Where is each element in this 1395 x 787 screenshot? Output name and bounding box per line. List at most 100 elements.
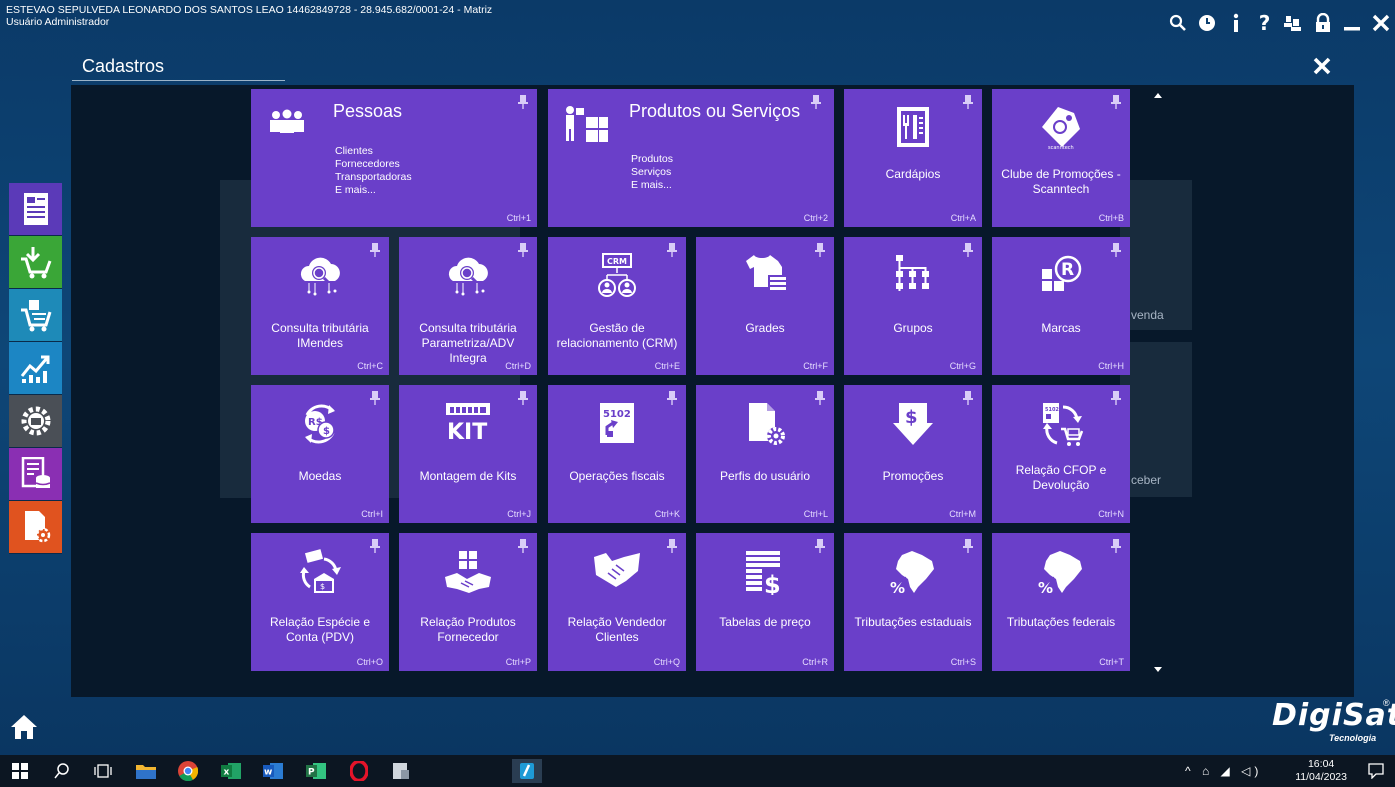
tile-label: Tabelas de preço: [719, 615, 811, 629]
pin-icon[interactable]: [369, 243, 381, 257]
title-bar: ESTEVAO SEPULVEDA LEONARDO DOS SANTOS LE…: [0, 0, 1395, 48]
help-icon[interactable]: ?: [1250, 10, 1279, 36]
tile-moedas[interactable]: R$ $ Moedas Ctrl+I: [251, 385, 389, 523]
pin-icon[interactable]: [814, 391, 826, 405]
tile-cardapios[interactable]: Cardápios Ctrl+A: [844, 89, 982, 227]
app-icon[interactable]: [389, 759, 413, 783]
tile-consulta-tributaria-imendes[interactable]: Consulta tributária IMendes Ctrl+C: [251, 237, 389, 375]
pin-icon[interactable]: [369, 539, 381, 553]
tile-title: Pessoas: [333, 101, 403, 121]
pin-icon[interactable]: [517, 391, 529, 405]
pin-icon[interactable]: [810, 95, 822, 109]
tile-grupos[interactable]: Grupos Ctrl+G: [844, 237, 982, 375]
pin-icon[interactable]: [517, 95, 529, 109]
tile-label: Relação Produtos Fornecedor: [420, 615, 516, 644]
pin-icon[interactable]: [962, 539, 974, 553]
digisat-app-icon[interactable]: [512, 759, 542, 783]
pin-icon[interactable]: [1110, 243, 1122, 257]
tile-clube-de-promocoes-scanntech[interactable]: scanntech Clube de Promoções - Scanntech C…: [992, 89, 1130, 227]
logo-tagline: Tecnologia: [1329, 733, 1377, 743]
tile-relacao-produtos-fornecedor[interactable]: Relação Produtos Fornecedor Ctrl+P: [399, 533, 537, 671]
tile-produtos-servicos[interactable]: Produtos ou Serviços Produtos Serviços E…: [548, 89, 834, 227]
shortcut-label: Ctrl+J: [507, 509, 531, 519]
svg-text:$: $: [323, 426, 330, 437]
system-tray[interactable]: ^ ⌂ ◢ ◁): [1185, 764, 1262, 778]
windows-start-icon[interactable]: [8, 759, 32, 783]
pin-icon[interactable]: [814, 243, 826, 257]
pin-icon[interactable]: [962, 243, 974, 257]
excel-icon[interactable]: x: [219, 759, 243, 783]
menu-card-icon: [893, 105, 933, 154]
pin-icon[interactable]: [369, 391, 381, 405]
search-icon[interactable]: [1163, 10, 1192, 36]
shortcut-label: Ctrl+1: [506, 213, 531, 223]
tile-promocoes[interactable]: $ Promoções Ctrl+M: [844, 385, 982, 523]
company-line: ESTEVAO SEPULVEDA LEONARDO DOS SANTOS LE…: [6, 4, 493, 16]
word-icon[interactable]: w: [261, 759, 285, 783]
tile-tributacoes-federais[interactable]: % Tributações federais Ctrl+T: [992, 533, 1130, 671]
tile-tabelas-de-preco[interactable]: $ Tabelas de preço Ctrl+R: [696, 533, 834, 671]
opera-icon[interactable]: [347, 759, 371, 783]
tile-subitem: Transportadoras: [335, 171, 412, 183]
tile-montagem-de-kits[interactable]: KIT Montagem de Kits Ctrl+J: [399, 385, 537, 523]
scanntech-tag-icon: scanntech: [1038, 105, 1084, 156]
notification-icon[interactable]: [1364, 759, 1388, 783]
close-icon[interactable]: [1366, 10, 1395, 36]
tile-sublist: Produtos Serviços E mais...: [631, 153, 673, 192]
tile-grades[interactable]: Grades Ctrl+F: [696, 237, 834, 375]
pin-icon[interactable]: [1110, 391, 1122, 405]
chart-growth-icon[interactable]: [9, 342, 62, 395]
pin-icon[interactable]: [666, 243, 678, 257]
users-icon[interactable]: [1279, 10, 1308, 36]
file-explorer-icon[interactable]: [134, 759, 158, 783]
currency-exchange-icon: R$ $: [297, 401, 343, 452]
tile-operacoes-fiscais[interactable]: 5102 Operações fiscais Ctrl+K: [548, 385, 686, 523]
tile-relacao-cfop-e-devolucao[interactable]: 5102 Relação CFOP e Devolução Ctrl+N: [992, 385, 1130, 523]
search-icon[interactable]: [50, 759, 74, 783]
home-icon[interactable]: [10, 713, 38, 741]
user-line: Usuário Administrador: [6, 16, 110, 28]
pin-icon[interactable]: [1110, 539, 1122, 553]
pin-icon[interactable]: [517, 539, 529, 553]
cart-add-icon[interactable]: [9, 289, 62, 342]
report-database-icon[interactable]: [9, 448, 62, 501]
tile-gestao-de-relacionamento-crm[interactable]: CRM Gestão de relacionamento (CRM) Ctrl+E: [548, 237, 686, 375]
document-settings-icon[interactable]: [9, 501, 62, 554]
clock-icon[interactable]: [1192, 10, 1221, 36]
tile-perfis-do-usuario[interactable]: Perfis do usuário Ctrl+L: [696, 385, 834, 523]
tile-label: Grades: [745, 321, 785, 335]
pin-icon[interactable]: [666, 391, 678, 405]
project-icon[interactable]: P: [304, 759, 328, 783]
scroll-down-arrow[interactable]: [1154, 667, 1162, 672]
gear-settings-icon[interactable]: [9, 395, 62, 448]
tile-marcas[interactable]: R Marcas Ctrl+H: [992, 237, 1130, 375]
info-icon[interactable]: [1221, 10, 1250, 36]
tile-consulta-tributaria-parametriza-adv-integra[interactable]: Consulta tributária Parametriza/ADV Inte…: [399, 237, 537, 375]
pin-icon[interactable]: [814, 539, 826, 553]
tile-tributacoes-estaduais[interactable]: % Tributações estaduais Ctrl+S: [844, 533, 982, 671]
lock-icon[interactable]: [1308, 10, 1337, 36]
document-icon[interactable]: [9, 183, 62, 236]
pin-icon[interactable]: [962, 95, 974, 109]
chrome-icon[interactable]: [176, 759, 200, 783]
pin-icon[interactable]: [1110, 95, 1122, 109]
background-text: venda: [1131, 308, 1164, 322]
scroll-up-arrow[interactable]: [1154, 93, 1162, 98]
close-panel-icon[interactable]: [1310, 54, 1334, 78]
minimize-icon[interactable]: [1337, 10, 1366, 36]
shortcut-label: Ctrl+F: [803, 361, 828, 371]
pin-icon[interactable]: [962, 391, 974, 405]
task-view-icon[interactable]: [91, 759, 115, 783]
pin-icon[interactable]: [517, 243, 529, 257]
svg-text:%: %: [1038, 579, 1053, 595]
cart-download-icon[interactable]: [9, 236, 62, 289]
clock[interactable]: 16:04 11/04/2023: [1295, 758, 1347, 784]
tile-relacao-especie-e-conta-pdv[interactable]: $ Relação Espécie e Conta (PDV) Ctrl+O: [251, 533, 389, 671]
background-text: ceber: [1131, 473, 1162, 487]
tile-subitem: Clientes: [335, 145, 373, 157]
tile-relacao-vendedor-clientes[interactable]: Relação Vendedor Clientes Ctrl+Q: [548, 533, 686, 671]
pin-icon[interactable]: [666, 539, 678, 553]
tile-pessoas[interactable]: Pessoas Clientes Fornecedores Transporta…: [251, 89, 537, 227]
svg-text:5102: 5102: [1045, 407, 1059, 413]
tile-sublist: Clientes Fornecedores Transportadoras E …: [335, 145, 412, 197]
